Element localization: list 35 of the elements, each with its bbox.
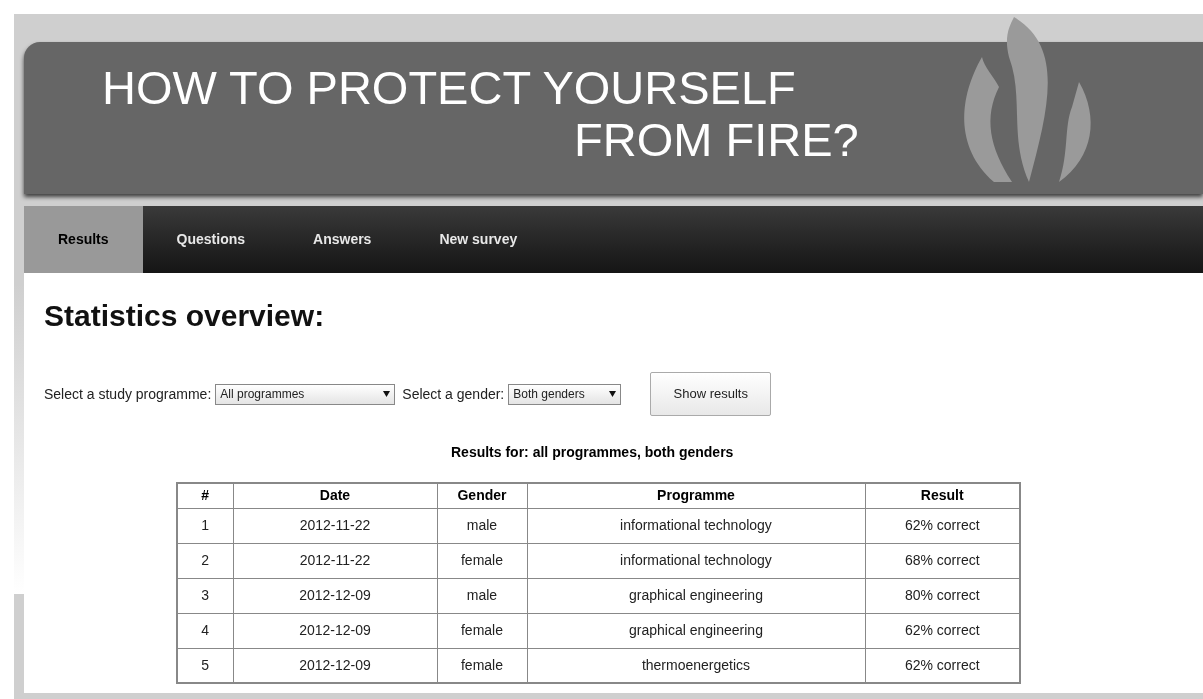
table-cell: female: [437, 543, 527, 578]
show-results-button[interactable]: Show results: [650, 372, 772, 416]
site-title: HOW TO PROTECT YOURSELF: [102, 62, 796, 114]
table-cell: male: [437, 578, 527, 613]
nav-tab[interactable]: Answers: [279, 206, 406, 273]
table-cell: graphical engineering: [527, 578, 865, 613]
dropdown-arrow-icon: [383, 391, 391, 397]
table-cell: male: [437, 508, 527, 543]
filter-label: Select a study programme:: [44, 384, 212, 404]
table-cell: 4: [177, 613, 233, 648]
results-caption: Results for: all programmes, both genders: [451, 443, 734, 462]
table-cell: 2012-12-09: [233, 578, 437, 613]
table-cell: female: [437, 613, 527, 648]
nav-tab[interactable]: Questions: [142, 206, 280, 273]
table-cell: 1: [177, 508, 233, 543]
table-cell: 2012-11-22: [233, 543, 437, 578]
nav-tab[interactable]: Results: [24, 206, 143, 273]
column-header: Programme: [527, 483, 865, 508]
table-cell: graphical engineering: [527, 613, 865, 648]
nav-tab[interactable]: New survey: [405, 206, 552, 273]
column-header: #: [177, 483, 233, 508]
table-cell: informational technology: [527, 508, 865, 543]
column-header: Gender: [437, 483, 527, 508]
programme-dropdown[interactable]: All programmes: [215, 383, 396, 405]
filter-label: Select a gender:: [402, 384, 505, 404]
dropdown-arrow-icon: [609, 391, 617, 397]
table-cell: 3: [177, 578, 233, 613]
gender-dropdown[interactable]: Both genders: [508, 383, 622, 405]
site-title: FROM FIRE?: [574, 114, 859, 166]
column-header: Date: [233, 483, 437, 508]
table-cell: 2012-12-09: [233, 613, 437, 648]
table-cell: informational technology: [527, 543, 865, 578]
page-heading: Statistics overview:: [44, 298, 325, 334]
table-cell: 2012-11-22: [233, 508, 437, 543]
table-cell: 2: [177, 543, 233, 578]
